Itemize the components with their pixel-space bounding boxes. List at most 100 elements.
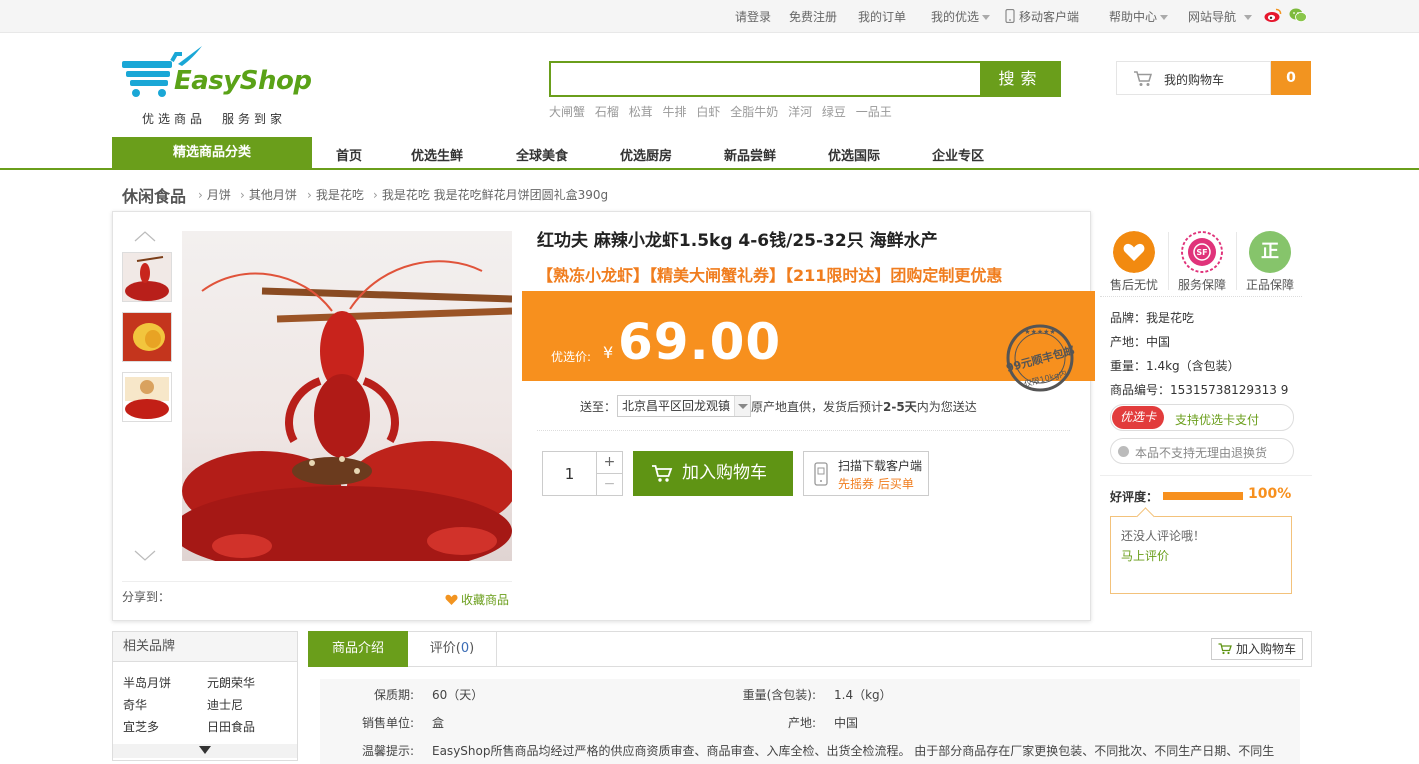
spec-value: 60（天）	[432, 688, 484, 702]
favorite-button[interactable]: 收藏商品	[445, 591, 509, 608]
chevron-down-icon	[1244, 15, 1253, 20]
hot-word[interactable]: 石榴	[595, 105, 619, 119]
free-shipping-stamp: ★★★★★ 99元顺丰包邮 仅限10kg内	[1004, 324, 1076, 392]
youxuan-card-text: 支持优选卡支付	[1175, 413, 1260, 427]
cart-count-badge[interactable]: 0	[1271, 61, 1311, 95]
brands-expand-button[interactable]	[113, 744, 297, 758]
nav-item-enterprise[interactable]: 企业专区	[932, 145, 984, 164]
hot-word[interactable]: 洋河	[788, 105, 812, 119]
write-review-link[interactable]: 马上评价	[1121, 547, 1169, 564]
youxuan-card-support[interactable]: 优选卡 支持优选卡支付	[1110, 404, 1294, 431]
spec-key: 销售单位:	[361, 716, 414, 730]
hot-word[interactable]: 大闸蟹	[549, 105, 585, 119]
ship-region-value: 北京昌平区回龙观镇	[622, 399, 731, 413]
wechat-icon[interactable]	[1289, 7, 1307, 23]
tab-add-to-cart-button[interactable]: 加入购物车	[1211, 638, 1303, 660]
spec-value: 1.4（kg）	[834, 688, 892, 702]
hot-word[interactable]: 牛排	[663, 105, 687, 119]
brand-link[interactable]: 元朗荣华	[207, 674, 255, 691]
site-nav-menu[interactable]: 网站导航	[1188, 8, 1253, 25]
brand-link[interactable]: 奇华	[123, 696, 147, 713]
scan-download-button[interactable]: 扫描下载客户端 先摇券 后买单	[803, 451, 929, 496]
info-weight: 重量：1.4kg（含包装）	[1110, 359, 1240, 373]
hot-word[interactable]: 白虾	[696, 105, 720, 119]
share-label: 分享到：	[122, 590, 171, 604]
brand-link[interactable]: 日田食品	[207, 718, 255, 735]
cart-icon	[1218, 643, 1232, 655]
nav-item-global-food[interactable]: 全球美食	[516, 145, 568, 164]
mobile-client-label: 移动客户端	[1019, 10, 1080, 24]
my-orders-link[interactable]: 我的订单	[858, 8, 906, 25]
login-link[interactable]: 请登录	[735, 8, 771, 25]
authentic-badge-icon: 正	[1249, 231, 1291, 273]
quantity-decrease-button[interactable]: −	[596, 473, 623, 496]
search-input[interactable]	[549, 61, 981, 97]
nav-item-fresh[interactable]: 优选生鲜	[411, 145, 463, 164]
ship-region-select[interactable]: 北京昌平区回龙观镇	[617, 395, 751, 417]
info-origin: 产地：中国	[1110, 335, 1171, 349]
related-brands-title: 相关品牌	[112, 631, 298, 662]
after-sale-badge-icon	[1113, 231, 1155, 273]
register-link[interactable]: 免费注册	[789, 8, 837, 25]
quantity-input[interactable]	[542, 451, 597, 496]
weibo-icon[interactable]	[1264, 7, 1282, 23]
add-to-cart-button[interactable]: 加入购物车	[633, 451, 793, 496]
help-center-menu[interactable]: 帮助中心	[1109, 8, 1169, 25]
price-currency: ¥	[603, 343, 614, 362]
thumbnail-2[interactable]	[122, 312, 172, 362]
rating-bar	[1163, 492, 1243, 500]
quantity-increase-button[interactable]: +	[596, 451, 623, 474]
nav-item-international[interactable]: 优选国际	[828, 145, 880, 164]
hot-word[interactable]: 全脂牛奶	[730, 105, 778, 119]
nav-item-home[interactable]: 首页	[336, 145, 362, 164]
scan-line-2: 先摇券 后买单	[838, 477, 914, 491]
search-button[interactable]: 搜索	[980, 61, 1061, 97]
thumb-scroll-down-icon[interactable]	[134, 550, 156, 562]
my-youxuan-label: 我的优选	[931, 10, 980, 24]
heart-icon	[445, 594, 458, 605]
side-divider	[1100, 475, 1312, 476]
brand-link[interactable]: 迪士尼	[207, 696, 243, 713]
side-divider	[1100, 296, 1302, 297]
my-cart-button[interactable]: 我的购物车	[1116, 61, 1271, 95]
authentic-label: 正品保障	[1246, 278, 1295, 292]
nav-item-new[interactable]: 新品尝鲜	[724, 145, 776, 164]
after-sale-label: 售后无忧	[1110, 278, 1159, 292]
info-sku: 商品编号：15315738129313 9	[1110, 383, 1289, 397]
breadcrumb-item[interactable]: › 月饼	[198, 186, 231, 203]
thumbnail-3[interactable]	[122, 372, 172, 422]
site-logo[interactable]: EasyShop 优选商品 服务到家	[120, 44, 320, 128]
service-guarantee-label: 服务保障	[1178, 278, 1227, 292]
hot-word[interactable]: 一品王	[856, 105, 892, 119]
product-promo: 【熟冻小龙虾】【精美大闸蟹礼券】【211限时达】团购定制更优惠	[537, 266, 1003, 285]
brand-link[interactable]: 宜芝多	[123, 718, 159, 735]
spec-value: EasyShop所售商品均经过严格的供应商资质审查、商品审查、入库全检、出货全检…	[432, 744, 1275, 758]
tab-product-intro[interactable]: 商品介绍	[308, 631, 408, 667]
hot-search-words: 大闸蟹 石榴 松茸 牛排 白虾 全脂牛奶 洋河 绿豆 一品王	[549, 103, 898, 120]
brand-link[interactable]: 半岛月饼	[123, 674, 171, 691]
nav-item-kitchen[interactable]: 优选厨房	[620, 145, 672, 164]
comment-empty-text: 还没人评论哦！	[1121, 529, 1206, 543]
category-menu-button[interactable]: 精选商品分类	[112, 137, 312, 169]
cart-icon	[652, 465, 673, 482]
breadcrumb-item[interactable]: › 其他月饼	[240, 186, 297, 203]
badge-divider	[1168, 232, 1169, 290]
section-divider	[537, 430, 1070, 431]
breadcrumb-root[interactable]: 休闲食品	[122, 183, 186, 207]
breadcrumb-item[interactable]: › 我是花吃	[307, 186, 364, 203]
tab-add-to-cart-label: 加入购物车	[1236, 642, 1297, 656]
info-brand: 品牌：我是花吃	[1110, 311, 1195, 325]
thumbnail-1[interactable]	[122, 252, 172, 302]
my-youxuan-menu[interactable]: 我的优选	[931, 8, 991, 25]
thumb-scroll-up-icon[interactable]	[134, 230, 156, 242]
hot-word[interactable]: 绿豆	[822, 105, 846, 119]
favorite-label: 收藏商品	[461, 593, 510, 607]
spec-value: 中国	[834, 716, 859, 730]
mobile-client-link[interactable]: 移动客户端	[1005, 8, 1079, 25]
chevron-down-icon	[982, 15, 991, 20]
hot-word[interactable]: 松茸	[629, 105, 653, 119]
scan-line-1: 扫描下载客户端	[838, 459, 923, 473]
spec-key: 温馨提示:	[361, 744, 414, 758]
chevron-down-icon	[734, 396, 750, 416]
tab-reviews[interactable]: 评价(0)	[408, 631, 497, 667]
